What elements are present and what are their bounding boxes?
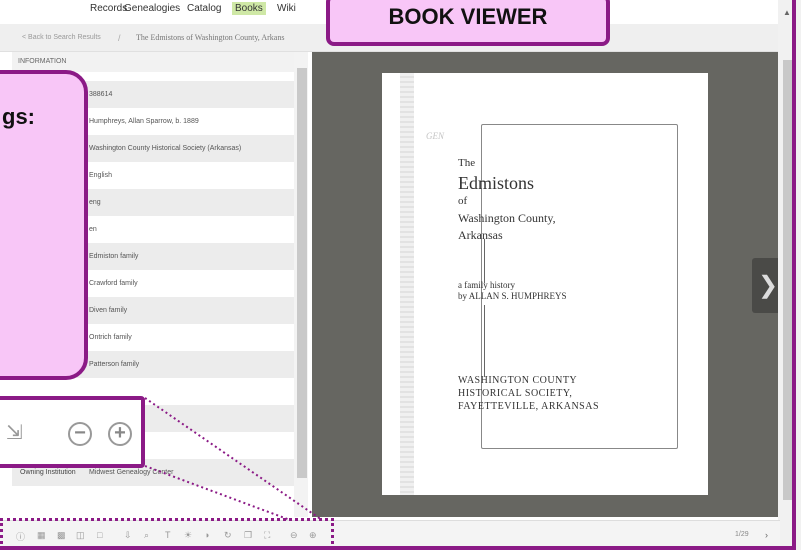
book-viewer-screen: Records Genealogies Catalog Books Wiki <… (0, 0, 801, 550)
callout-connector-lines (144, 397, 323, 521)
